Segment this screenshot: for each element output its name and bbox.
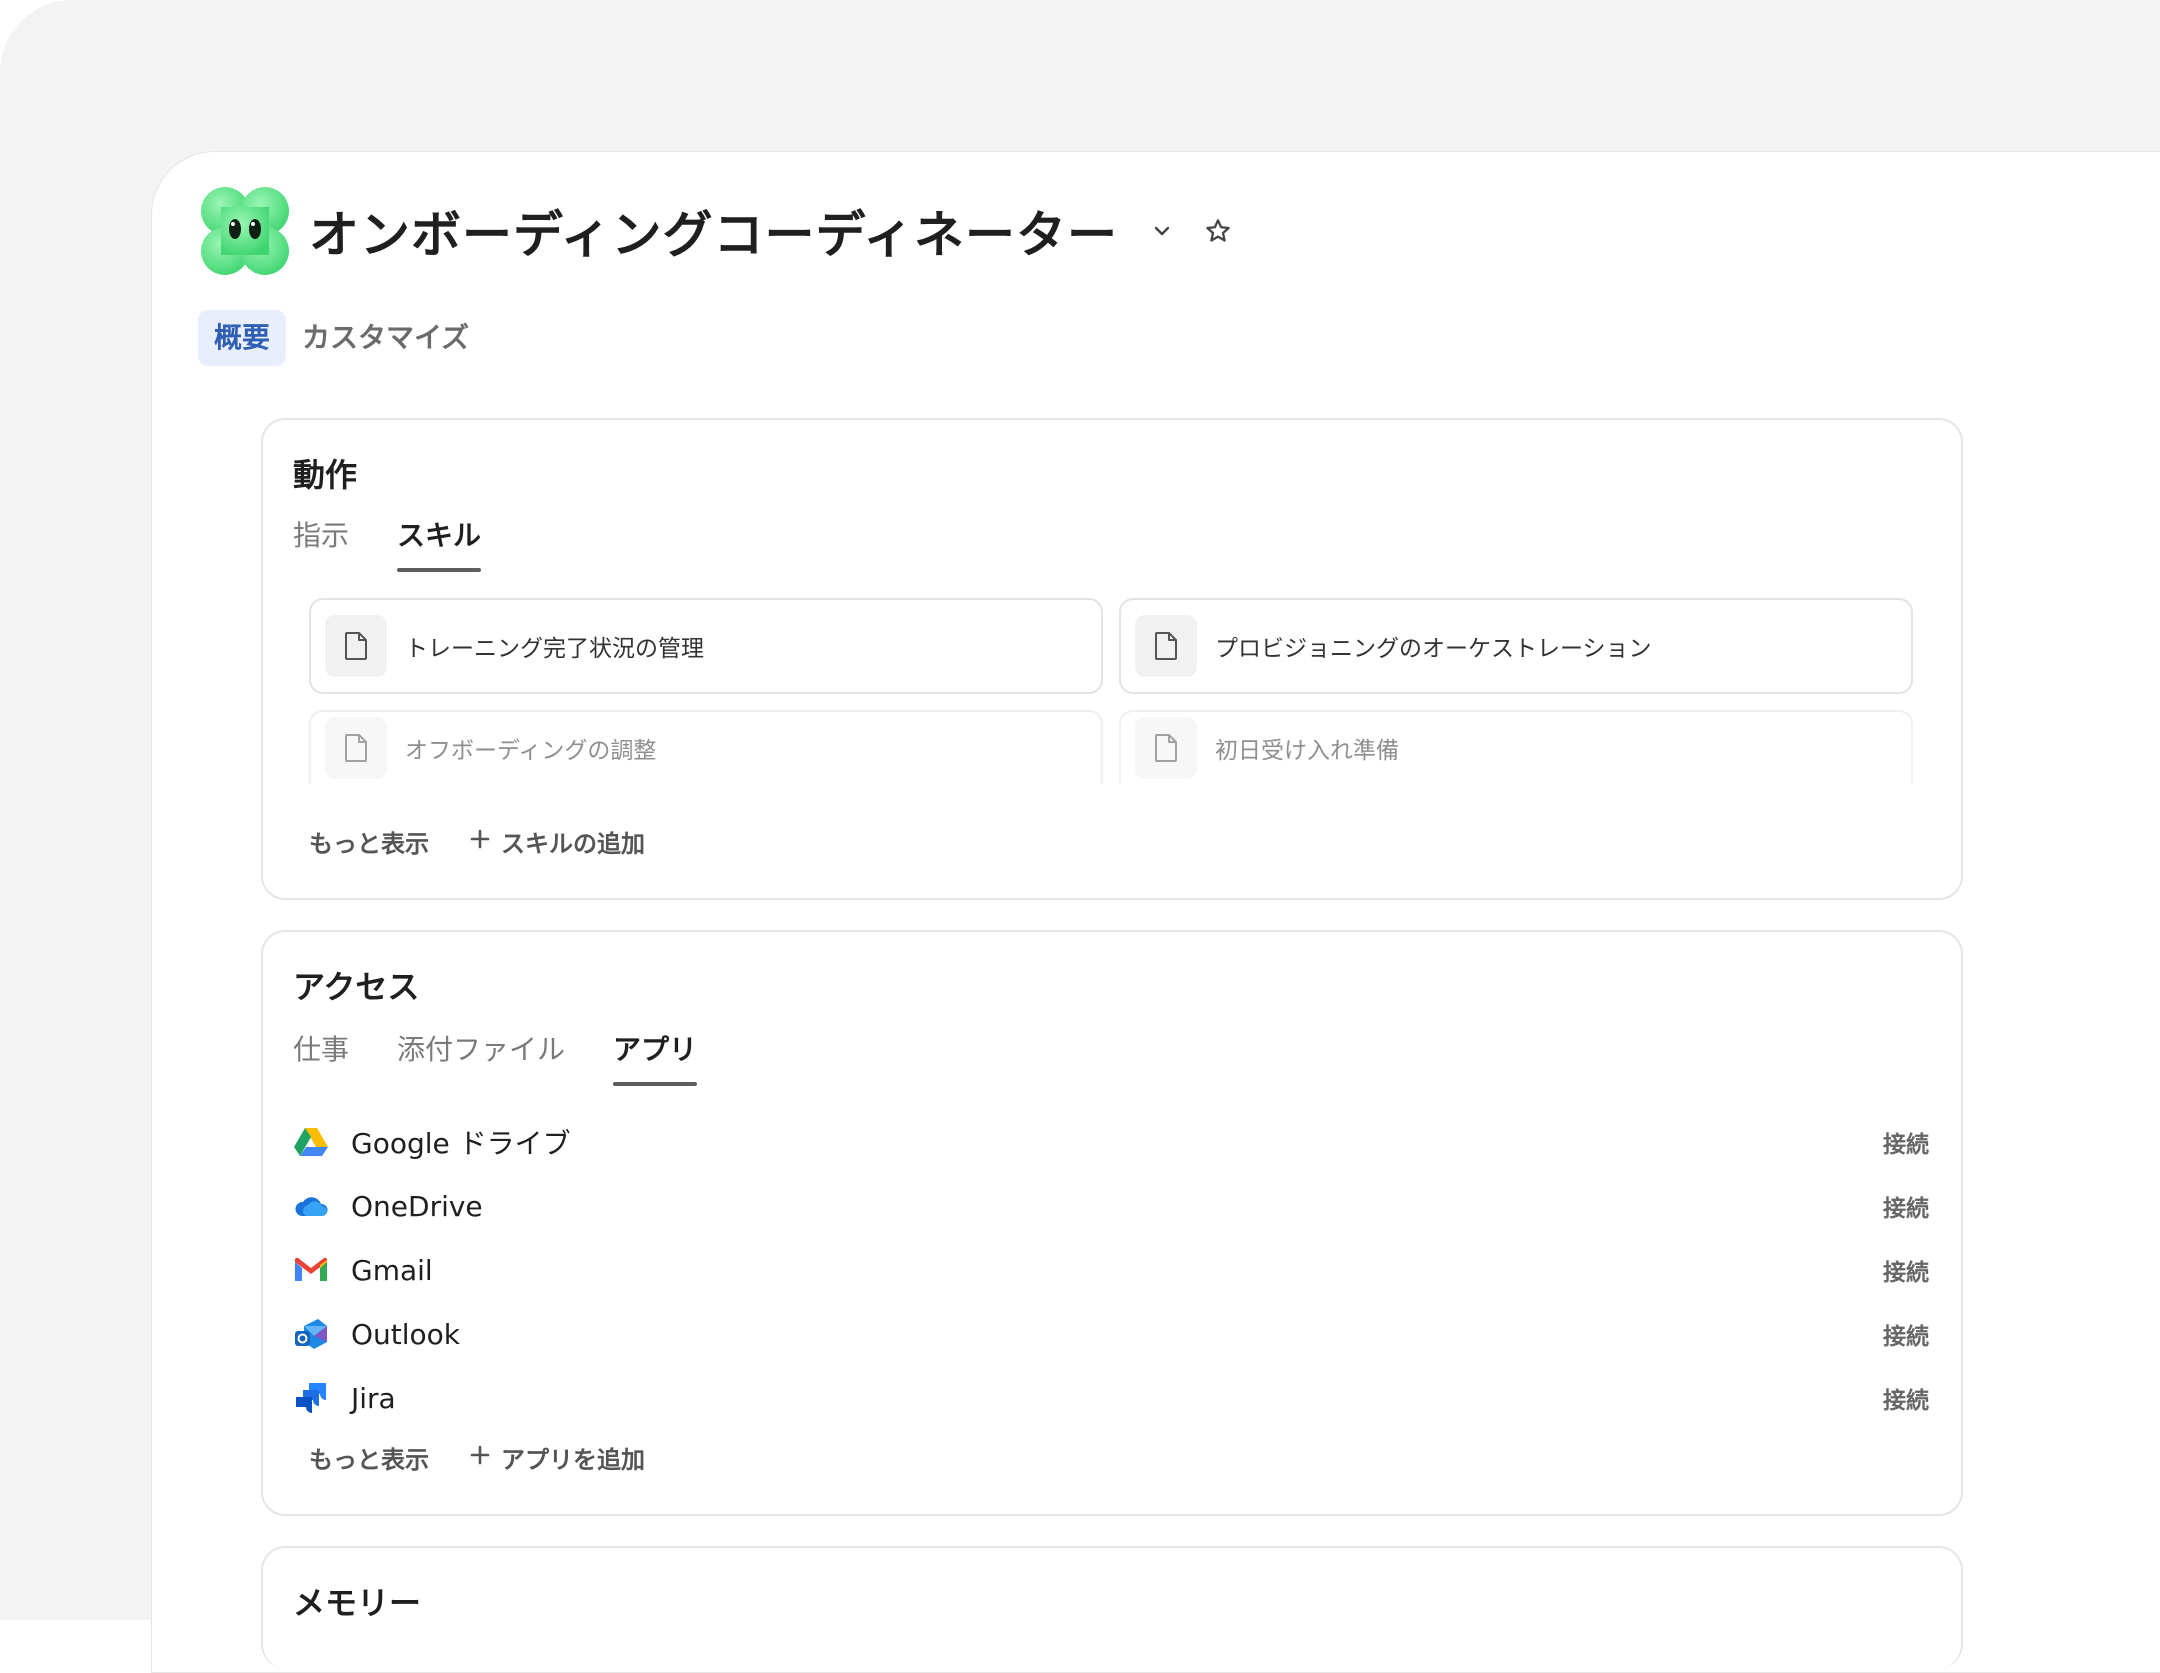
document-icon [325,717,387,779]
connect-button[interactable]: 接続 [1883,1317,1929,1351]
top-tabs: 概要 カスタマイズ [198,310,485,366]
document-icon [325,615,387,677]
access-actions: もっと表示 アプリを追加 [309,1440,645,1475]
jira-icon [293,1380,329,1416]
skill-label: トレーニング完了状況の管理 [405,636,704,662]
skill-card[interactable]: 初日受け入れ準備 [1119,710,1913,784]
connect-button[interactable]: 接続 [1883,1253,1929,1287]
add-skill-button[interactable]: スキルの追加 [469,824,645,859]
behavior-tabs: 指示 スキル [293,514,482,572]
google-drive-icon [293,1124,329,1160]
skill-label: 初日受け入れ準備 [1215,738,1399,764]
add-skill-label: スキルの追加 [501,830,645,858]
show-more-label: もっと表示 [309,1446,429,1474]
tab-customize[interactable]: カスタマイズ [286,310,485,366]
gmail-icon [293,1252,329,1288]
app-name: OneDrive [351,1189,483,1223]
skill-card[interactable]: トレーニング完了状況の管理 [309,598,1103,694]
behavior-actions: もっと表示 スキルの追加 [309,824,645,859]
page-title: オンボーディングコーディネーター [309,206,1118,264]
app-name: Gmail [351,1253,433,1287]
app-row-gmail: Gmail 接続 [293,1242,1929,1298]
show-more-button[interactable]: もっと表示 [309,824,429,859]
skill-label: オフボーディングの調整 [405,738,657,764]
app-row-outlook: Outlook 接続 [293,1306,1929,1362]
access-tabs: 仕事 添付ファイル アプリ [293,1028,698,1086]
tab-overview[interactable]: 概要 [198,310,287,366]
show-more-label: もっと表示 [309,830,429,858]
skill-card[interactable]: プロビジョニングのオーケストレーション [1119,598,1913,694]
chevron-down-icon[interactable] [1142,211,1182,251]
access-card: アクセス 仕事 添付ファイル アプリ Google ドライブ 接続 OneDri… [261,930,1963,1516]
outlook-icon [293,1316,329,1352]
agent-logo-icon [197,183,293,279]
plus-icon [469,1444,491,1472]
app-row-onedrive: OneDrive 接続 [293,1178,1929,1234]
behavior-card: 動作 指示 スキル トレーニング完了状況の管理 プロビジョニングのオーケストレー… [261,418,1963,900]
tab-work[interactable]: 仕事 [293,1028,349,1086]
app-row-google-drive: Google ドライブ 接続 [293,1114,1929,1170]
tab-instructions[interactable]: 指示 [293,514,349,572]
access-title: アクセス [293,968,420,1006]
app-name: Jira [351,1381,396,1415]
app-name: Outlook [351,1317,461,1351]
plus-icon [469,828,491,856]
star-icon[interactable] [1198,211,1238,251]
tab-skills[interactable]: スキル [397,514,482,572]
app-row-jira: Jira 接続 [293,1370,1929,1426]
memory-card: メモリー [261,1546,1963,1668]
skill-card[interactable]: オフボーディングの調整 [309,710,1103,784]
connect-button[interactable]: 接続 [1883,1189,1929,1223]
memory-title: メモリー [293,1584,422,1622]
agent-header: オンボーディングコーディネーター [197,183,1238,279]
skill-label: プロビジョニングのオーケストレーション [1215,636,1652,662]
connect-button[interactable]: 接続 [1883,1125,1929,1159]
tab-attachments[interactable]: 添付ファイル [397,1028,565,1086]
connect-button[interactable]: 接続 [1883,1381,1929,1415]
onedrive-icon [293,1188,329,1224]
document-icon [1135,717,1197,779]
show-more-button[interactable]: もっと表示 [309,1440,429,1475]
add-app-label: アプリを追加 [501,1446,645,1474]
app-name: Google ドライブ [351,1127,571,1160]
tab-apps[interactable]: アプリ [613,1028,698,1086]
add-app-button[interactable]: アプリを追加 [469,1440,645,1475]
document-icon [1135,615,1197,677]
behavior-title: 動作 [293,456,358,494]
